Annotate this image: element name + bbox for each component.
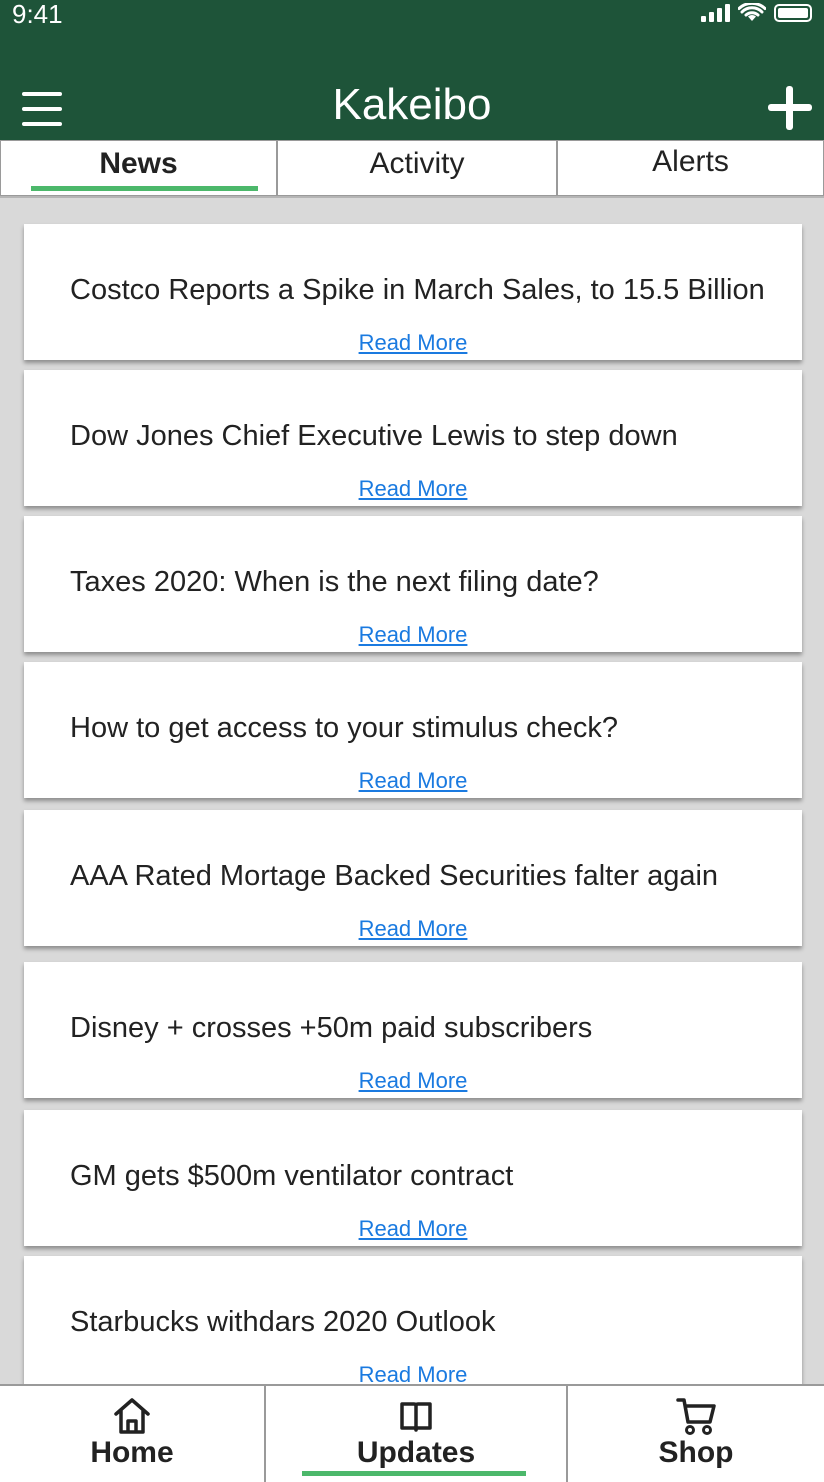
- nav-home[interactable]: Home: [0, 1386, 264, 1482]
- active-tab-indicator: [31, 186, 258, 191]
- news-card[interactable]: Taxes 2020: When is the next filing date…: [24, 516, 802, 652]
- page-title: Kakeibo: [332, 80, 492, 129]
- battery-icon: [774, 4, 812, 22]
- read-more-link[interactable]: Read More: [24, 768, 802, 794]
- news-title: Taxes 2020: When is the next filing date…: [70, 566, 599, 598]
- read-more-link[interactable]: Read More: [24, 622, 802, 648]
- wifi-icon: [738, 3, 766, 21]
- news-card[interactable]: AAA Rated Mortage Backed Securities falt…: [24, 810, 802, 946]
- read-more-link[interactable]: Read More: [24, 1068, 802, 1094]
- tab-activity[interactable]: Activity: [277, 140, 557, 196]
- news-title: AAA Rated Mortage Backed Securities falt…: [70, 860, 719, 892]
- nav-home-label: Home: [90, 1436, 174, 1469]
- news-title: Costco Reports a Spike in March Sales, t…: [70, 274, 765, 306]
- tab-activity-label: Activity: [369, 147, 465, 180]
- cart-icon: [676, 1398, 716, 1435]
- tab-bar: News Activity Alerts: [0, 140, 824, 198]
- bottom-nav: Home Updates Shop: [0, 1384, 824, 1482]
- tab-alerts-label: Alerts: [652, 145, 729, 178]
- read-more-link[interactable]: Read More: [24, 1216, 802, 1242]
- news-card[interactable]: Costco Reports a Spike in March Sales, t…: [24, 224, 802, 360]
- read-more-link[interactable]: Read More: [24, 916, 802, 942]
- add-icon[interactable]: [768, 86, 812, 130]
- active-nav-indicator: [302, 1471, 526, 1476]
- news-card[interactable]: Disney + crosses +50m paid subscribers R…: [24, 962, 802, 1098]
- nav-updates-label: Updates: [356, 1436, 476, 1469]
- news-card[interactable]: Starbucks withdars 2020 Outlook Read Mor…: [24, 1256, 802, 1392]
- app-header: 9:41 Kakeibo: [0, 0, 824, 140]
- tab-alerts[interactable]: Alerts: [557, 140, 824, 196]
- status-time: 9:41: [12, 0, 63, 29]
- news-title: Dow Jones Chief Executive Lewis to step …: [70, 420, 678, 452]
- news-title: How to get access to your stimulus check…: [70, 712, 619, 744]
- book-icon: [400, 1402, 432, 1432]
- nav-updates[interactable]: Updates: [264, 1386, 566, 1482]
- tab-news-label: News: [99, 147, 178, 180]
- read-more-link[interactable]: Read More: [24, 330, 802, 356]
- tab-news[interactable]: News: [0, 140, 277, 196]
- news-title: Starbucks withdars 2020 Outlook: [70, 1306, 496, 1338]
- signal-icon: [701, 4, 730, 22]
- home-icon: [114, 1398, 150, 1434]
- nav-shop[interactable]: Shop: [566, 1386, 824, 1482]
- news-title: GM gets $500m ventilator contract: [70, 1160, 514, 1192]
- read-more-link[interactable]: Read More: [24, 476, 802, 502]
- status-icons: [701, 2, 812, 24]
- nav-shop-label: Shop: [658, 1436, 734, 1469]
- news-card[interactable]: GM gets $500m ventilator contract Read M…: [24, 1110, 802, 1246]
- news-card[interactable]: Dow Jones Chief Executive Lewis to step …: [24, 370, 802, 506]
- news-card[interactable]: How to get access to your stimulus check…: [24, 662, 802, 798]
- news-title: Disney + crosses +50m paid subscribers: [70, 1012, 593, 1044]
